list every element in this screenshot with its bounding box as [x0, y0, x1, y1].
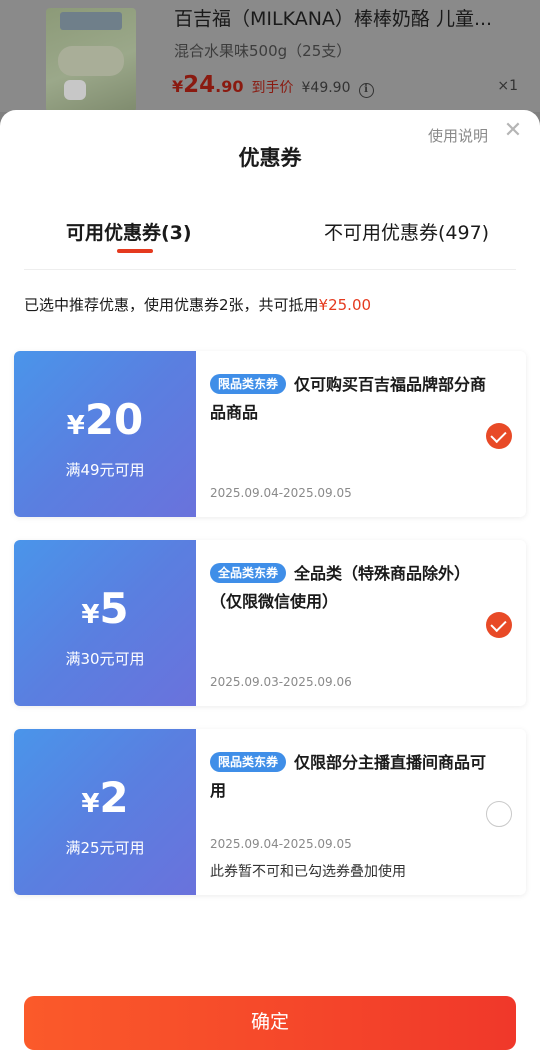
- coupon-checkbox-checked[interactable]: [486, 423, 512, 449]
- close-icon[interactable]: ✕: [502, 120, 524, 142]
- coupon-value-panel: ¥5 满30元可用: [14, 540, 196, 706]
- confirm-button[interactable]: 确定: [24, 996, 516, 1050]
- product-package-label: [58, 46, 124, 76]
- coupon-condition: 满30元可用: [65, 650, 145, 668]
- usage-instructions-link[interactable]: 使用说明: [428, 125, 488, 146]
- coupon-validity-date: 2025.09.04-2025.09.05: [210, 486, 352, 500]
- price-currency: ¥: [172, 77, 184, 96]
- coupon-card[interactable]: ¥20 满49元可用 限品类东券 仅可购买百吉福品牌部分商品商品 2025.09.…: [14, 351, 526, 517]
- price-decimal: .90: [215, 77, 244, 96]
- coupon-value: 5: [99, 584, 129, 633]
- coupon-amount: ¥5: [14, 584, 196, 633]
- coupon-stack-note: 此券暂不可和已勾选券叠加使用: [210, 864, 406, 880]
- product-package-mascot: [64, 80, 86, 100]
- coupon-type-badge: 限品类东券: [210, 374, 287, 394]
- product-price: ¥ 24 .90 到手价 ¥49.90 i: [172, 72, 374, 98]
- coupon-description: 限品类东券 仅可购买百吉福品牌部分商品商品: [210, 371, 490, 427]
- summary-amount: ¥25.00: [318, 296, 372, 314]
- coupon-details: 全品类东券 全品类（特殊商品除外）（仅限微信使用） 2025.09.03-2025…: [210, 540, 512, 706]
- original-price: ¥49.90: [301, 80, 351, 96]
- coupon-tabs: 可用优惠券(3) 不可用优惠券(497): [24, 210, 516, 270]
- coupon-details: 限品类东券 仅可购买百吉福品牌部分商品商品 2025.09.04-2025.09.…: [210, 351, 512, 517]
- info-icon[interactable]: i: [358, 83, 374, 98]
- coupon-description: 全品类东券 全品类（特殊商品除外）（仅限微信使用）: [210, 560, 490, 616]
- coupon-currency: ¥: [66, 411, 85, 441]
- active-tab-indicator: [117, 249, 153, 253]
- coupon-condition: 满25元可用: [65, 839, 145, 857]
- product-image: [46, 8, 136, 112]
- price-integer: 24: [183, 72, 216, 98]
- coupon-details: 限品类东券 仅限部分主播直播间商品可用 2025.09.04-2025.09.05…: [210, 729, 512, 895]
- coupon-condition: 满49元可用: [65, 461, 145, 479]
- product-title: 百吉福（MILKANA）棒棒奶酪 儿童...: [174, 8, 493, 30]
- coupon-description: 限品类东券 仅限部分主播直播间商品可用: [210, 749, 490, 805]
- coupon-checkbox-unchecked[interactable]: [486, 801, 512, 827]
- coupon-amount: ¥20: [14, 395, 196, 444]
- price-tag: 到手价: [251, 80, 294, 96]
- coupon-amount: ¥2: [14, 773, 196, 822]
- coupon-type-badge: 限品类东券: [210, 752, 287, 772]
- product-summary: 百吉福（MILKANA）棒棒奶酪 儿童... 混合水果味500g（25支） ¥ …: [0, 0, 540, 112]
- coupon-type-badge: 全品类东券: [210, 563, 287, 583]
- coupon-currency: ¥: [81, 600, 100, 630]
- tab-unavailable-coupons[interactable]: 不可用优惠券(497): [324, 218, 489, 245]
- coupon-value-panel: ¥2 满25元可用: [14, 729, 196, 895]
- coupon-checkbox-checked[interactable]: [486, 612, 512, 638]
- coupon-currency: ¥: [81, 789, 100, 819]
- coupon-value: 2: [99, 773, 129, 822]
- summary-text: 已选中推荐优惠，使用优惠券2张，共可抵用: [24, 296, 319, 314]
- coupon-value: 20: [84, 395, 144, 444]
- coupon-card[interactable]: ¥2 满25元可用 限品类东券 仅限部分主播直播间商品可用 2025.09.04-…: [14, 729, 526, 895]
- tab-available-coupons[interactable]: 可用优惠券(3): [66, 218, 192, 245]
- coupon-validity-date: 2025.09.04-2025.09.05: [210, 837, 352, 851]
- coupon-card[interactable]: ¥5 满30元可用 全品类东券 全品类（特殊商品除外）（仅限微信使用） 2025.…: [14, 540, 526, 706]
- product-spec: 混合水果味500g（25支）: [174, 42, 352, 60]
- sheet-title: 优惠券: [238, 146, 302, 170]
- product-quantity: ×1: [497, 78, 518, 94]
- coupon-sheet: 优惠券 使用说明 ✕ 可用优惠券(3) 不可用优惠券(497) 已选中推荐优惠，…: [0, 110, 540, 1059]
- coupon-validity-date: 2025.09.03-2025.09.06: [210, 675, 352, 689]
- coupon-value-panel: ¥20 满49元可用: [14, 351, 196, 517]
- product-package-brand: [60, 12, 122, 30]
- selection-summary: 已选中推荐优惠，使用优惠券2张，共可抵用¥25.00: [24, 294, 371, 315]
